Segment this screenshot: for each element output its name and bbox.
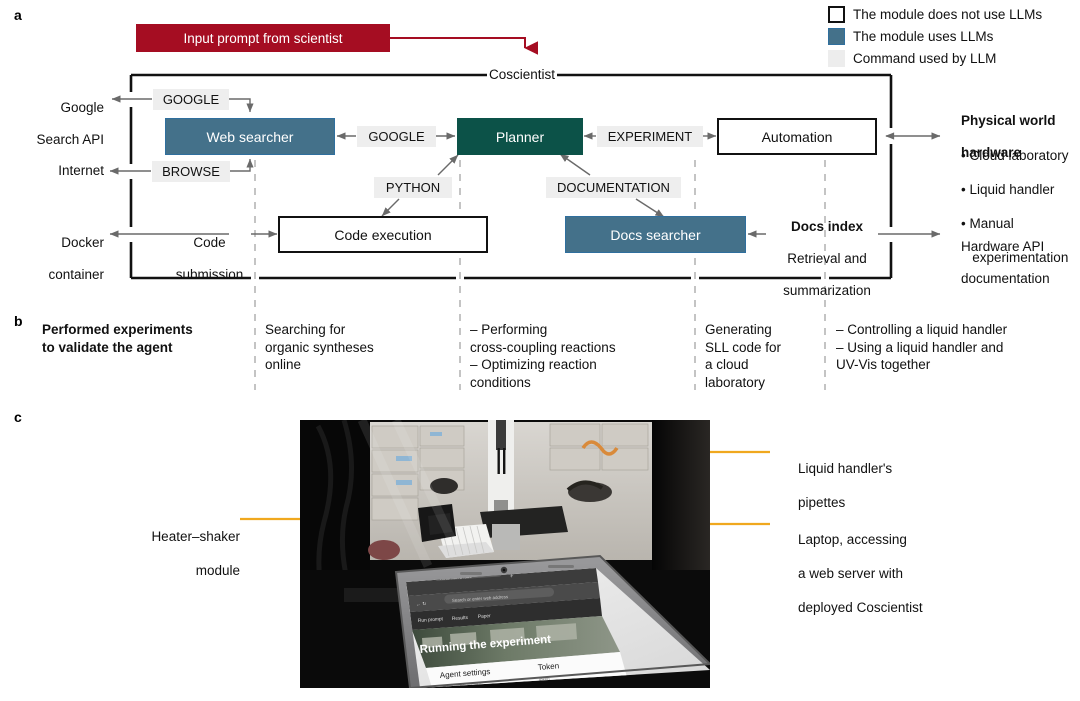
annotation-line: Laptop, accessing	[798, 532, 907, 547]
label-line: documentation	[961, 271, 1050, 286]
label-title-line: Physical world	[961, 113, 1056, 128]
module-automation[interactable]: Automation	[717, 118, 877, 155]
annotation-laptop-web-server: Laptop, accessing a web server with depl…	[783, 514, 983, 633]
label-line: Search API	[36, 132, 104, 147]
lab-photograph: Automated labs + ⊞ ☆ ⊙ ⋯ ← ↻ Search or e…	[300, 420, 710, 688]
input-prompt-box: Input prompt from scientist	[136, 24, 390, 52]
svg-text:Results: Results	[452, 615, 469, 622]
module-planner[interactable]: Planner	[457, 118, 583, 155]
label-internet: Internet	[58, 163, 104, 178]
command-chip-google-left[interactable]: GOOGLE	[153, 89, 229, 110]
label-line: Docker	[61, 235, 104, 250]
col-line: – Using a liquid handler and	[836, 339, 1004, 355]
coscientist-label: Coscientist	[489, 67, 556, 82]
annotation-line: deployed Coscientist	[798, 600, 923, 615]
label-docs-index: Docs index Retrieval and summarization	[757, 203, 882, 315]
annotation-line: Heater–shaker	[151, 529, 240, 544]
col-line: – Optimizing reaction	[470, 357, 597, 372]
col-line: – Controlling a liquid handler	[836, 322, 1008, 337]
label-line: Retrieval and	[787, 251, 867, 266]
bullet-dot: •	[961, 182, 970, 197]
figure-root: a b c The module does not use LLMs The m…	[0, 0, 1080, 701]
label-line: Code	[193, 235, 226, 250]
col-line: laboratory	[705, 374, 766, 390]
col-line: UV-Vis together	[836, 357, 931, 372]
panel-b-col-docs-search: Generating SLL code for a cloud laborato…	[705, 321, 820, 391]
annotation-line: a web server with	[798, 566, 904, 581]
command-chip-google-planner[interactable]: GOOGLE	[357, 126, 436, 147]
label-hardware-api-documentation: Hardware API documentation	[946, 223, 1076, 303]
module-web-searcher[interactable]: Web searcher	[165, 118, 335, 155]
col-line: Searching for	[265, 322, 346, 337]
label-line: Google	[60, 100, 104, 115]
annotation-heater-shaker: Heater–shaker module	[110, 511, 240, 596]
col-line: cross-coupling reactions	[470, 339, 616, 355]
label-line: summarization	[783, 283, 871, 298]
label-docker-container: Docker container	[0, 219, 104, 299]
label-title: Docs index	[790, 219, 864, 234]
panel-b-col-code-execution: – Performing cross-coupling reactions – …	[470, 321, 690, 391]
svg-text:← ↻: ← ↻	[416, 601, 427, 608]
annotation-line: module	[195, 563, 240, 578]
svg-text:Paper: Paper	[478, 613, 492, 620]
annotation-line: pipettes	[798, 495, 846, 510]
command-chip-python[interactable]: PYTHON	[374, 177, 452, 198]
label-code-submission: Code submission	[150, 219, 254, 299]
heading-line: Performed experiments	[42, 322, 193, 337]
panel-b-col-web-search: Searching for organic syntheses online	[265, 321, 450, 374]
module-code-execution[interactable]: Code execution	[278, 216, 488, 253]
command-chip-experiment[interactable]: EXPERIMENT	[597, 126, 703, 147]
heading-line: to validate the agent	[42, 340, 173, 355]
col-line: conditions	[470, 374, 531, 390]
col-line: – Performing	[470, 322, 548, 337]
col-line: a cloud	[705, 357, 749, 372]
command-chip-browse[interactable]: BROWSE	[152, 161, 230, 182]
label-line: submission	[175, 267, 244, 282]
svg-text:Token: Token	[537, 661, 559, 672]
col-line: online	[265, 357, 302, 372]
module-docs-searcher[interactable]: Docs searcher	[565, 216, 746, 253]
panel-b-heading: Performed experiments to validate the ag…	[42, 321, 257, 357]
col-line: Generating	[705, 322, 772, 337]
annotation-line: Liquid handler's	[798, 461, 893, 476]
label-line: Hardware API	[961, 239, 1045, 254]
col-line: SLL code for	[705, 339, 782, 355]
bullet-dot: •	[961, 148, 970, 163]
panel-b-col-automation: – Controlling a liquid handler – Using a…	[836, 321, 1076, 374]
bullet-item: Liquid handler	[969, 182, 1055, 197]
label-line: container	[48, 267, 104, 282]
label-google-search-api: Google Search API	[0, 84, 104, 164]
input-prompt-connector	[390, 37, 538, 55]
command-chip-documentation[interactable]: DOCUMENTATION	[546, 177, 681, 198]
col-line: organic syntheses	[265, 339, 374, 355]
bullet-item: Cloud laboratory	[969, 148, 1069, 163]
